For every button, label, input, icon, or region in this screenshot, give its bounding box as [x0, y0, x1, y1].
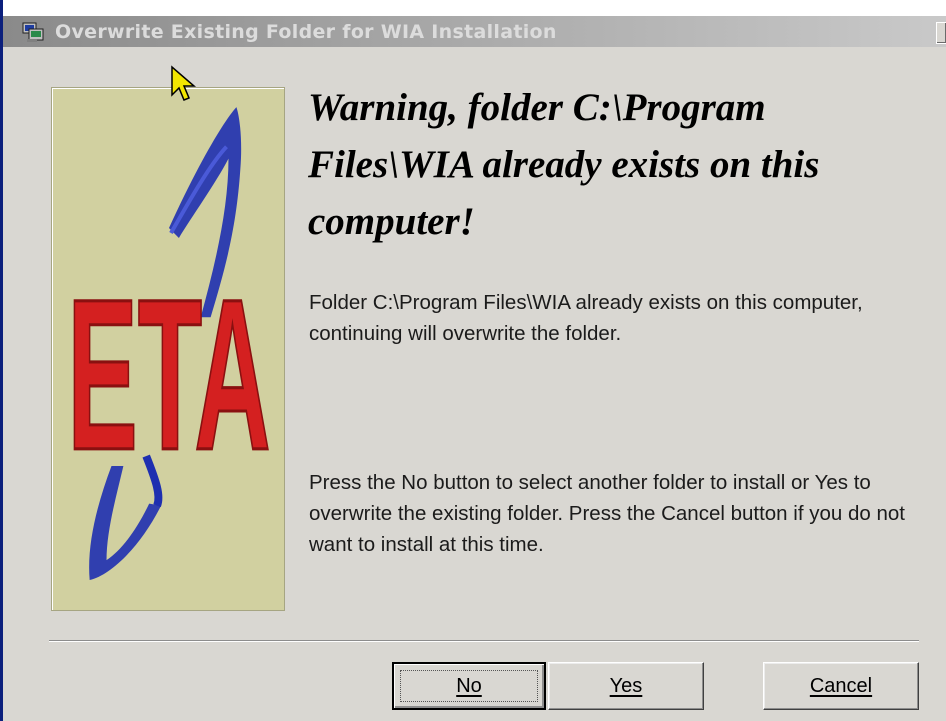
warning-heading: Warning, folder C:\Program Files\WIA alr…: [308, 86, 820, 243]
focus-rectangle: [400, 670, 538, 702]
instructions-message: Press the No button to select another fo…: [309, 471, 905, 556]
cancel-button[interactable]: Cancel: [763, 662, 919, 710]
eta-logo-graphic: ETA: [66, 107, 272, 581]
button-separator: [49, 640, 919, 642]
title-bar[interactable]: Overwrite Existing Folder for WIA Instal…: [3, 0, 946, 47]
dialog-window: Overwrite Existing Folder for WIA Instal…: [0, 0, 946, 721]
no-button[interactable]: No: [392, 662, 546, 710]
yes-button-label: Yes: [609, 674, 643, 697]
cancel-button-label: Cancel: [809, 674, 873, 697]
window-title: Overwrite Existing Folder for WIA Instal…: [55, 21, 557, 43]
eta-logo: ETA: [51, 87, 285, 611]
close-button[interactable]: [936, 22, 946, 44]
arrow-cursor-icon: [171, 65, 197, 101]
logo-text: ETA: [67, 255, 270, 495]
setup-computer-icon: [22, 22, 44, 42]
folder-exists-message: Folder C:\Program Files\WIA already exis…: [309, 291, 863, 345]
yes-button[interactable]: Yes: [548, 662, 704, 710]
